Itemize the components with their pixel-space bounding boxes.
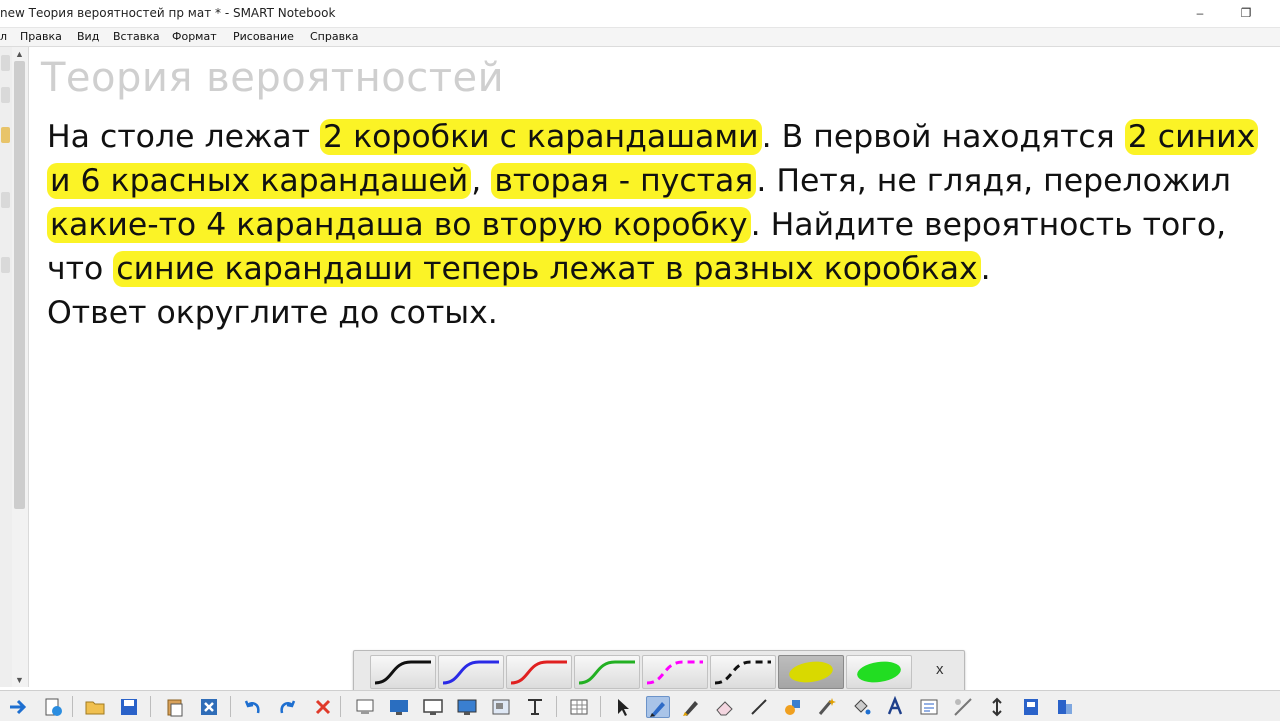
text-segment: . xyxy=(980,251,991,287)
blue-pen-button[interactable] xyxy=(438,655,504,689)
scroll-up-icon[interactable]: ▲ xyxy=(15,49,24,59)
menu-help[interactable]: Справка xyxy=(310,30,358,43)
vertical-scrollbar[interactable]: ▲ ▼ xyxy=(12,47,29,687)
yellow-highlighter-icon xyxy=(789,661,833,683)
delete-page-icon[interactable] xyxy=(198,696,220,718)
toolbar-separator xyxy=(340,696,341,717)
delete-icon[interactable] xyxy=(312,696,334,718)
menu-draw[interactable]: Рисование xyxy=(233,30,294,43)
task-line: какие-то 4 карандаша во вторую коробку. … xyxy=(47,203,1280,247)
text-tool-icon[interactable] xyxy=(524,696,546,718)
page-add-icon[interactable] xyxy=(42,696,64,718)
screen-shade-icon[interactable] xyxy=(354,696,376,718)
task-text[interactable]: На столе лежат 2 коробки с карандашами. … xyxy=(47,115,1280,335)
black-pen-button[interactable] xyxy=(370,655,436,689)
eraser-icon[interactable] xyxy=(714,696,736,718)
highlighted-text: какие-то 4 карандаша во вторую коробку xyxy=(47,207,751,243)
document-camera-icon[interactable] xyxy=(1020,696,1042,718)
menu-edit[interactable]: Правка xyxy=(20,30,62,43)
black-dashed-pen-icon xyxy=(714,660,771,685)
fill-icon[interactable] xyxy=(850,696,872,718)
toolbar-separator xyxy=(150,696,151,717)
red-pen-button[interactable] xyxy=(506,655,572,689)
save-icon[interactable] xyxy=(118,696,140,718)
task-line: что синие карандаши теперь лежат в разны… xyxy=(47,247,1280,291)
desktop-icon[interactable] xyxy=(456,696,478,718)
title-bar: new Теория вероятностей пр мат * - SMART… xyxy=(0,0,1280,28)
addons-icon[interactable] xyxy=(1054,696,1076,718)
text-segment: . В первой находятся xyxy=(761,119,1125,155)
scroll-down-icon[interactable]: ▼ xyxy=(15,675,24,685)
creative-pen-icon[interactable] xyxy=(680,696,702,718)
shape-icon[interactable] xyxy=(782,696,804,718)
scroll-thumb[interactable] xyxy=(14,61,25,509)
highlighted-text: 2 коробки с карандашами xyxy=(320,119,762,155)
highlighted-text: 2 синих xyxy=(1124,119,1259,155)
menu-view[interactable]: Вид xyxy=(77,30,99,43)
redo-icon[interactable] xyxy=(276,696,298,718)
forward-arrow-icon[interactable] xyxy=(8,696,30,718)
green-pen-icon xyxy=(578,660,635,685)
highlighted-text: вторая - пустая xyxy=(491,163,757,199)
black-pen-icon xyxy=(374,660,431,685)
text-segment: что xyxy=(47,251,114,287)
task-line: На столе лежат 2 коробки с карандашами. … xyxy=(47,115,1280,159)
table-icon[interactable] xyxy=(568,696,590,718)
properties-icon[interactable] xyxy=(918,696,940,718)
page-title[interactable]: Теория вероятностей xyxy=(41,55,504,101)
highlighted-text: и 6 красных карандашей xyxy=(47,163,472,199)
pen-toolbar: x xyxy=(353,650,965,692)
side-tab-gallery[interactable] xyxy=(1,87,10,103)
green-highlighter-icon xyxy=(857,661,901,683)
toolbar-separator xyxy=(230,696,231,717)
green-highlighter-button[interactable] xyxy=(846,655,912,689)
window-title: new Теория вероятностей пр мат * - SMART… xyxy=(0,6,336,20)
side-tab-addons[interactable] xyxy=(1,257,10,273)
side-tab-attachments[interactable] xyxy=(1,127,10,143)
task-line: Ответ округлите до сотых. xyxy=(47,291,1280,335)
close-pen-toolbar-button[interactable]: x xyxy=(936,661,944,678)
black-dashed-pen-button[interactable] xyxy=(710,655,776,689)
text-segment: На столе лежат xyxy=(47,119,321,155)
magenta-dashed-pen-button[interactable] xyxy=(642,655,708,689)
bottom-toolbar xyxy=(0,690,1280,721)
menu-format[interactable]: Формат xyxy=(172,30,217,43)
select-arrow-icon[interactable] xyxy=(612,696,634,718)
text-icon[interactable] xyxy=(884,695,906,718)
restore-button[interactable]: ❐ xyxy=(1232,3,1260,23)
text-segment: . Петя, не глядя, переложил xyxy=(756,163,1231,199)
blue-pen-icon xyxy=(442,660,499,685)
red-pen-icon xyxy=(510,660,567,685)
line-icon[interactable] xyxy=(748,696,770,718)
display-icon[interactable] xyxy=(388,696,410,718)
menu-file[interactable]: л xyxy=(0,30,7,43)
toolbar-separator xyxy=(556,696,557,717)
text-segment: Ответ округлите до сотых. xyxy=(47,295,498,331)
yellow-highlighter-button[interactable] xyxy=(778,655,844,689)
paste-icon[interactable] xyxy=(164,696,186,718)
minimize-button[interactable]: – xyxy=(1186,3,1214,23)
magic-pen-icon[interactable] xyxy=(816,696,838,718)
measure-icon[interactable] xyxy=(952,696,974,718)
side-tab-properties[interactable] xyxy=(1,192,10,208)
undo-icon[interactable] xyxy=(242,696,264,718)
green-pen-button[interactable] xyxy=(574,655,640,689)
capture-icon[interactable] xyxy=(490,696,512,718)
magenta-dashed-pen-icon xyxy=(646,660,703,685)
menu-insert[interactable]: Вставка xyxy=(113,30,160,43)
monitor-icon[interactable] xyxy=(422,696,444,718)
notebook-canvas[interactable]: Теория вероятностей На столе лежат 2 кор… xyxy=(29,47,1280,687)
toolbar-separator xyxy=(600,696,601,717)
side-tab-pages[interactable] xyxy=(1,55,10,71)
text-segment: , xyxy=(471,163,492,199)
move-toolbar-icon[interactable] xyxy=(986,696,1008,718)
pen-icon[interactable] xyxy=(646,696,670,718)
open-folder-icon[interactable] xyxy=(84,696,106,718)
task-line: и 6 красных карандашей, вторая - пустая.… xyxy=(47,159,1280,203)
menu-bar: л Правка Вид Вставка Формат Рисование Сп… xyxy=(0,28,1280,47)
toolbar-separator xyxy=(72,696,73,717)
text-segment: . Найдите вероятность того, xyxy=(750,207,1227,243)
highlighted-text: синие карандаши теперь лежат в разных ко… xyxy=(113,251,981,287)
